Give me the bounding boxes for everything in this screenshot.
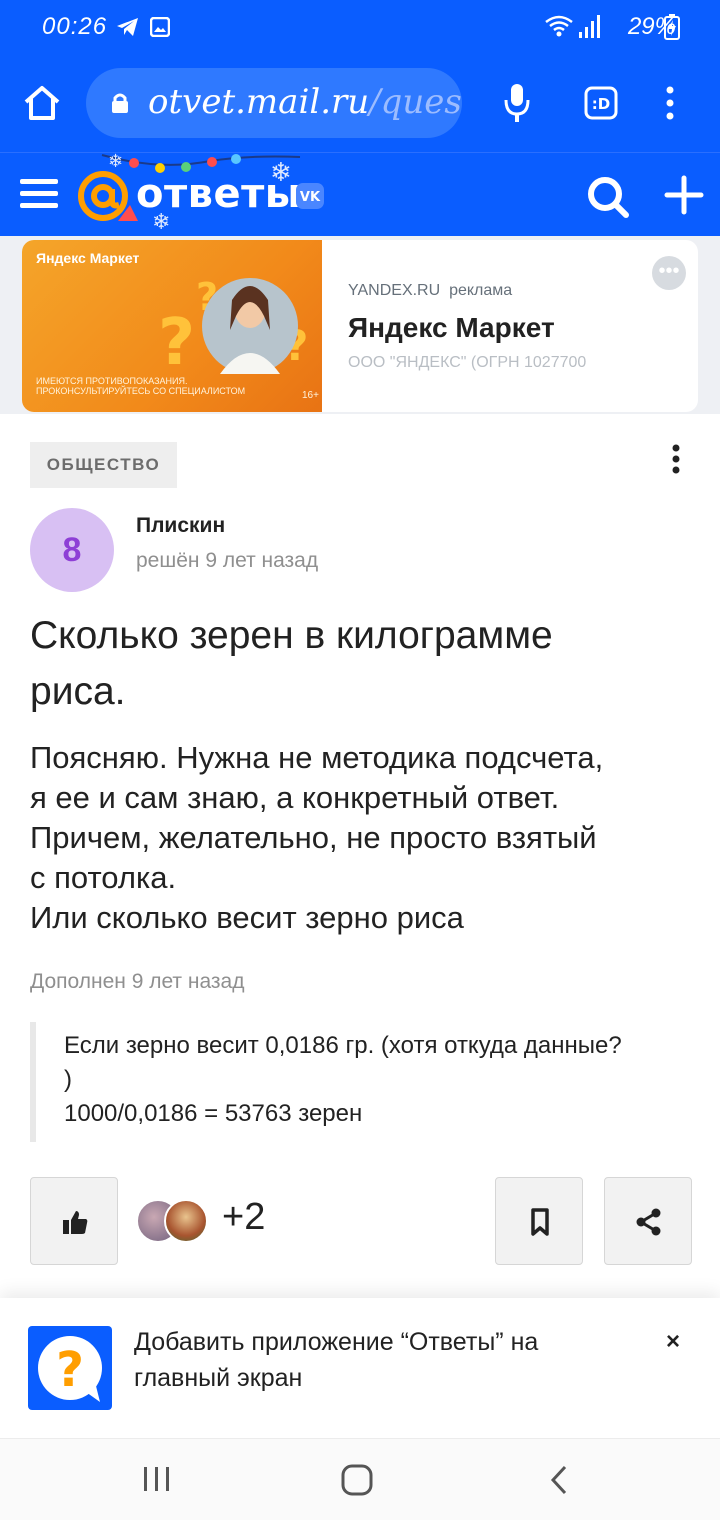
back-icon[interactable] — [548, 1465, 570, 1495]
site-logo-text[interactable]: ответы — [136, 171, 301, 217]
install-banner-text: Добавить приложение “Ответы” на главный … — [134, 1324, 614, 1396]
vk-badge: VK — [296, 183, 324, 209]
status-time: 00:26 — [42, 13, 108, 40]
question-body: Поясняю. Нужна не методика подсчета, я е… — [30, 738, 700, 938]
ad-image-fine-1: ИМЕЮТСЯ ПРОТИВОПОКАЗАНИЯ. — [36, 376, 188, 386]
share-icon — [636, 1208, 661, 1236]
gallery-icon — [150, 17, 170, 37]
close-icon[interactable]: × — [666, 1328, 680, 1356]
question-body-line: Причем, желательно, не просто взятый — [30, 820, 597, 855]
likers-extra-count[interactable]: +2 — [222, 1196, 265, 1239]
question-body-line: Поясняю. Нужна не методика подсчета, — [30, 740, 604, 775]
address-url: otvet.mail.ru/ques — [148, 82, 462, 122]
url-host: otvet.mail.ru — [148, 82, 370, 122]
tab-switcher-icon[interactable]: :D — [584, 86, 618, 120]
lock-icon — [112, 93, 128, 113]
app-icon: ? — [28, 1326, 112, 1410]
share-button[interactable] — [604, 1177, 692, 1265]
wifi-icon — [545, 15, 573, 37]
home-button-icon[interactable] — [340, 1463, 374, 1497]
addendum-line: Если зерно весит 0,0186 гр. (хотя откуда… — [64, 1032, 622, 1059]
svg-text:?: ? — [158, 306, 195, 380]
question-more-icon[interactable] — [664, 444, 688, 474]
plus-icon[interactable] — [664, 175, 704, 215]
install-banner-line: главный экран — [134, 1364, 303, 1392]
ad-card[interactable]: Яндекс Маркет ? ? ? ИМЕЮТСЯ ПРОТИВОПОКАЗ… — [22, 240, 698, 412]
category-tag[interactable]: ОБЩЕСТВО — [30, 442, 177, 488]
author-name[interactable]: Плискин — [136, 514, 225, 538]
ad-image-age: 16+ — [302, 390, 319, 401]
svg-text:?: ? — [56, 1342, 84, 1398]
ad-more-button[interactable]: ••• — [652, 256, 686, 290]
question-title-line: риса. — [30, 670, 126, 713]
site-header: ❄ ❄ ❄ ответы VK — [0, 152, 720, 236]
ad-org: ООО "ЯНДЕКС" (ОГРН 1027700 — [348, 354, 587, 371]
ad-label: реклама — [449, 282, 513, 299]
ad-source-domain: YANDEX.RU — [348, 282, 441, 299]
recent-apps-icon[interactable] — [142, 1465, 172, 1493]
install-banner-line: Добавить приложение “Ответы” на — [134, 1328, 539, 1356]
ad-illustration: ? ? ? — [158, 275, 308, 380]
signal-icon — [579, 15, 600, 38]
question-bubble-icon: ? — [38, 1336, 102, 1402]
question-body-line: с потолка. — [30, 860, 177, 895]
ad-title[interactable]: Яндекс Маркет — [348, 312, 555, 344]
ad-image[interactable]: Яндекс Маркет ? ? ? ИМЕЮТСЯ ПРОТИВОПОКАЗ… — [22, 240, 322, 412]
bookmark-button[interactable] — [495, 1177, 583, 1265]
question-body-line: Или сколько весит зерно риса — [30, 900, 464, 935]
system-nav-bar — [0, 1438, 720, 1520]
browser-toolbar: otvet.mail.ru/ques :D — [0, 54, 720, 152]
question-body-line: я ее и сам знаю, а конкретный ответ. — [30, 780, 560, 815]
like-button[interactable] — [30, 1177, 118, 1265]
thumbs-up-icon — [63, 1211, 88, 1234]
added-label: Дополнен 9 лет назад — [30, 970, 245, 993]
home-icon[interactable] — [22, 84, 62, 122]
more-vertical-icon[interactable] — [664, 86, 676, 120]
addendum-block: Если зерно весит 0,0186 гр. (хотя откуда… — [30, 1022, 690, 1142]
bookmark-icon — [531, 1208, 549, 1236]
address-bar[interactable]: otvet.mail.ru/ques — [86, 68, 462, 138]
ad-image-fine-2: ПРОКОНСУЛЬТИРУЙТЕСЬ СО СПЕЦИАЛИСТОМ — [36, 386, 246, 396]
telegram-icon — [117, 18, 138, 36]
search-icon[interactable] — [586, 175, 630, 219]
url-path: /ques — [369, 82, 462, 122]
avatar[interactable]: 8 — [30, 508, 114, 592]
ad-image-brand: Яндекс Маркет — [36, 250, 140, 266]
ad-container: Яндекс Маркет ? ? ? ИМЕЮТСЯ ПРОТИВОПОКАЗ… — [0, 236, 720, 414]
question-title-line: Сколько зерен в килограмме — [30, 614, 553, 657]
at-sign-logo[interactable] — [76, 169, 130, 223]
status-bar: 00:26 29% — [0, 0, 720, 54]
svg-text::D: :D — [592, 95, 610, 113]
menu-icon[interactable] — [20, 177, 58, 211]
ad-source: YANDEX.RU реклама — [348, 282, 512, 300]
question-title: Сколько зерен в килограмме риса. — [30, 608, 690, 720]
question-status: решён 9 лет назад — [136, 549, 319, 572]
addendum-line: 1000/0,0186 = 53763 зерен — [64, 1100, 363, 1127]
addendum-line: ) — [64, 1066, 72, 1093]
battery-charging-icon — [664, 14, 680, 40]
vk-badge-text: VK — [300, 190, 321, 205]
microphone-icon[interactable] — [504, 82, 530, 124]
install-app-banner[interactable]: ? Добавить приложение “Ответы” на главны… — [0, 1298, 720, 1438]
liker-avatar[interactable] — [164, 1199, 208, 1243]
